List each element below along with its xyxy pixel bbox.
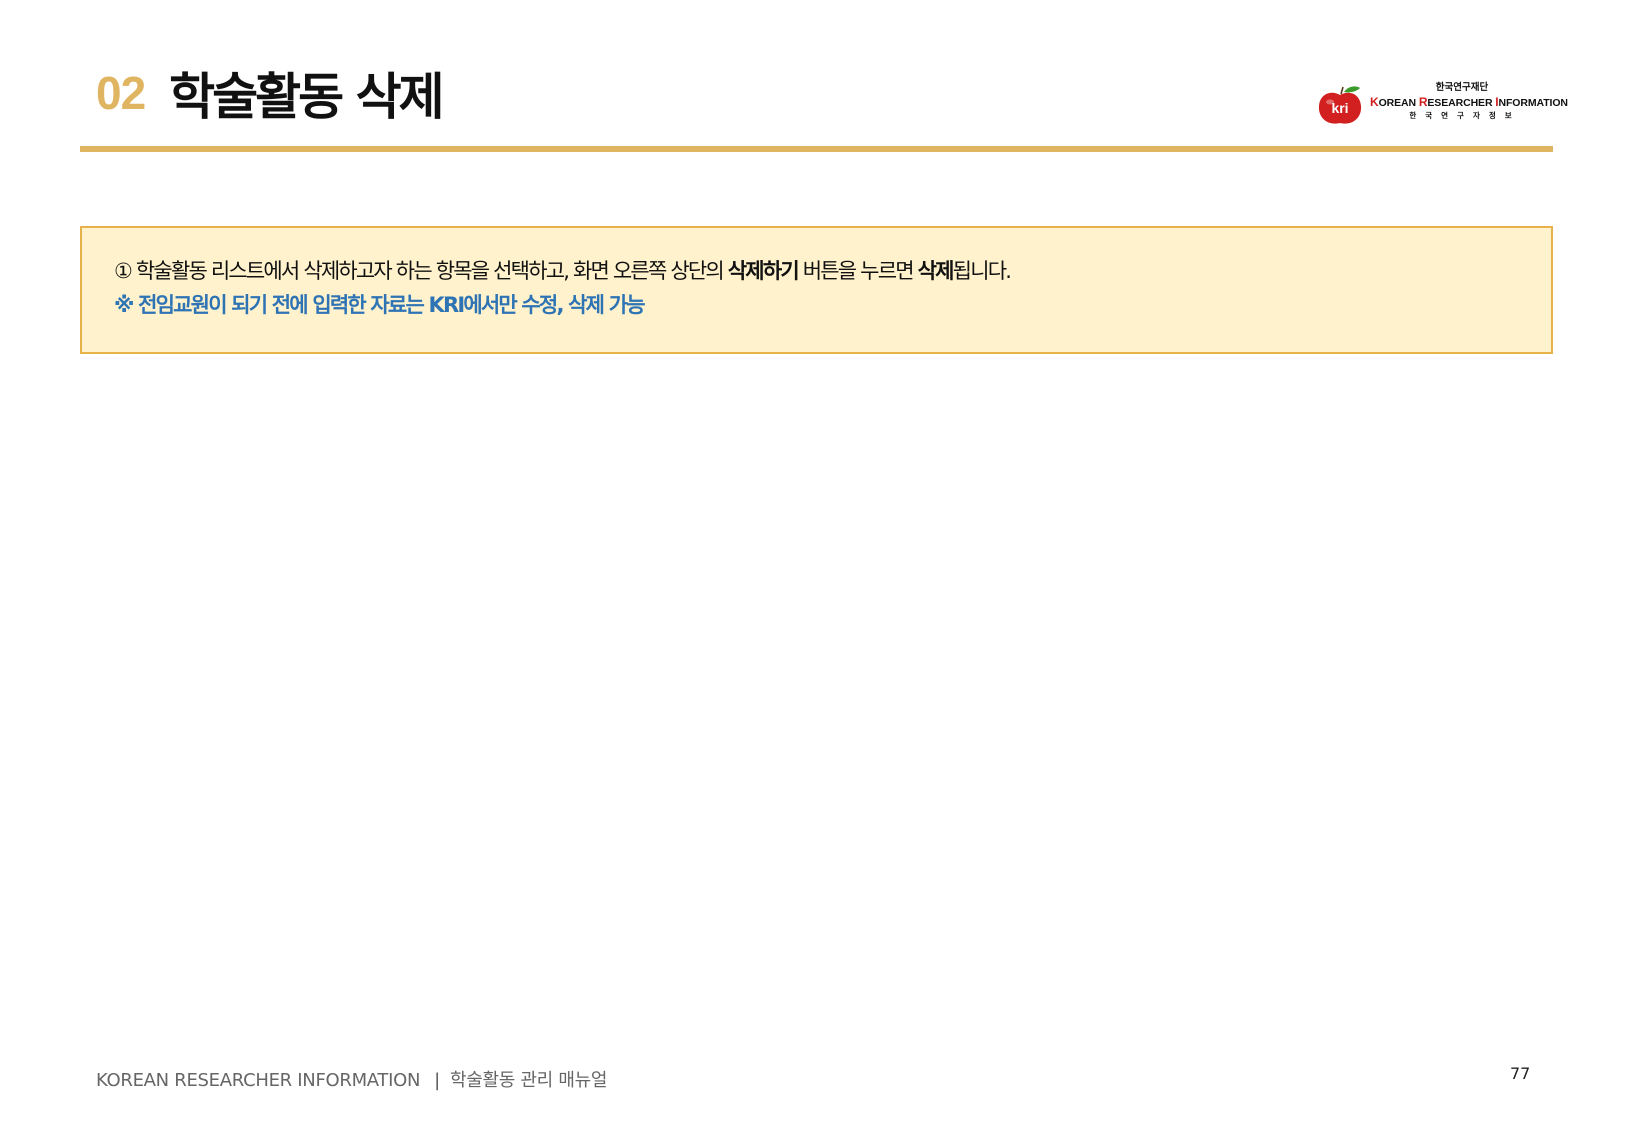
logo-text: 한국연구재단 KOREAN RESEARCHER INFORMATION 한국연… <box>1370 82 1568 121</box>
delete-button-label: 삭제하기 <box>727 259 800 283</box>
page-title: 학술활동 삭제 <box>169 68 444 126</box>
logo-english-name: KOREAN RESEARCHER INFORMATION <box>1370 95 1568 109</box>
section-number: 02 <box>96 67 146 119</box>
footer-separator: | <box>434 1070 440 1091</box>
logo-org-name: 한국연구재단 <box>1435 82 1489 93</box>
logo-korean-name: 한국연구자정보 <box>1409 111 1521 120</box>
footer-manual-name: 학술활동 관리 매뉴얼 <box>449 1070 608 1091</box>
kri-badge-text: kri <box>1331 100 1348 116</box>
notice-box: ① 학술활동 리스트에서 삭제하고자 하는 항목을 선택하고, 화면 오른쪽 상… <box>80 226 1553 354</box>
header-divider <box>80 146 1553 152</box>
kri-logo: kri 한국연구재단 KOREAN RESEARCHER INFORMATION… <box>1318 78 1568 128</box>
kri-apple-icon: kri <box>1318 86 1362 124</box>
footer: KOREAN RESEARCHER INFORMATION | 학술활동 관리 매뉴… <box>96 1066 607 1092</box>
footer-org: KOREAN RESEARCHER INFORMATION <box>96 1070 421 1091</box>
notice-note: ※ 전임교원이 되기 전에 입력한 자료는 KRI에서만 수정, 삭제 가능 <box>114 293 646 317</box>
delete-emphasis: 삭제 <box>917 259 955 283</box>
page-number: 77 <box>1510 1064 1531 1083</box>
page-header: 02 학술활동 삭제 <box>96 58 445 128</box>
notice-instruction: ① 학술활동 리스트에서 삭제하고자 하는 항목을 선택하고, 화면 오른쪽 상… <box>114 259 1012 283</box>
